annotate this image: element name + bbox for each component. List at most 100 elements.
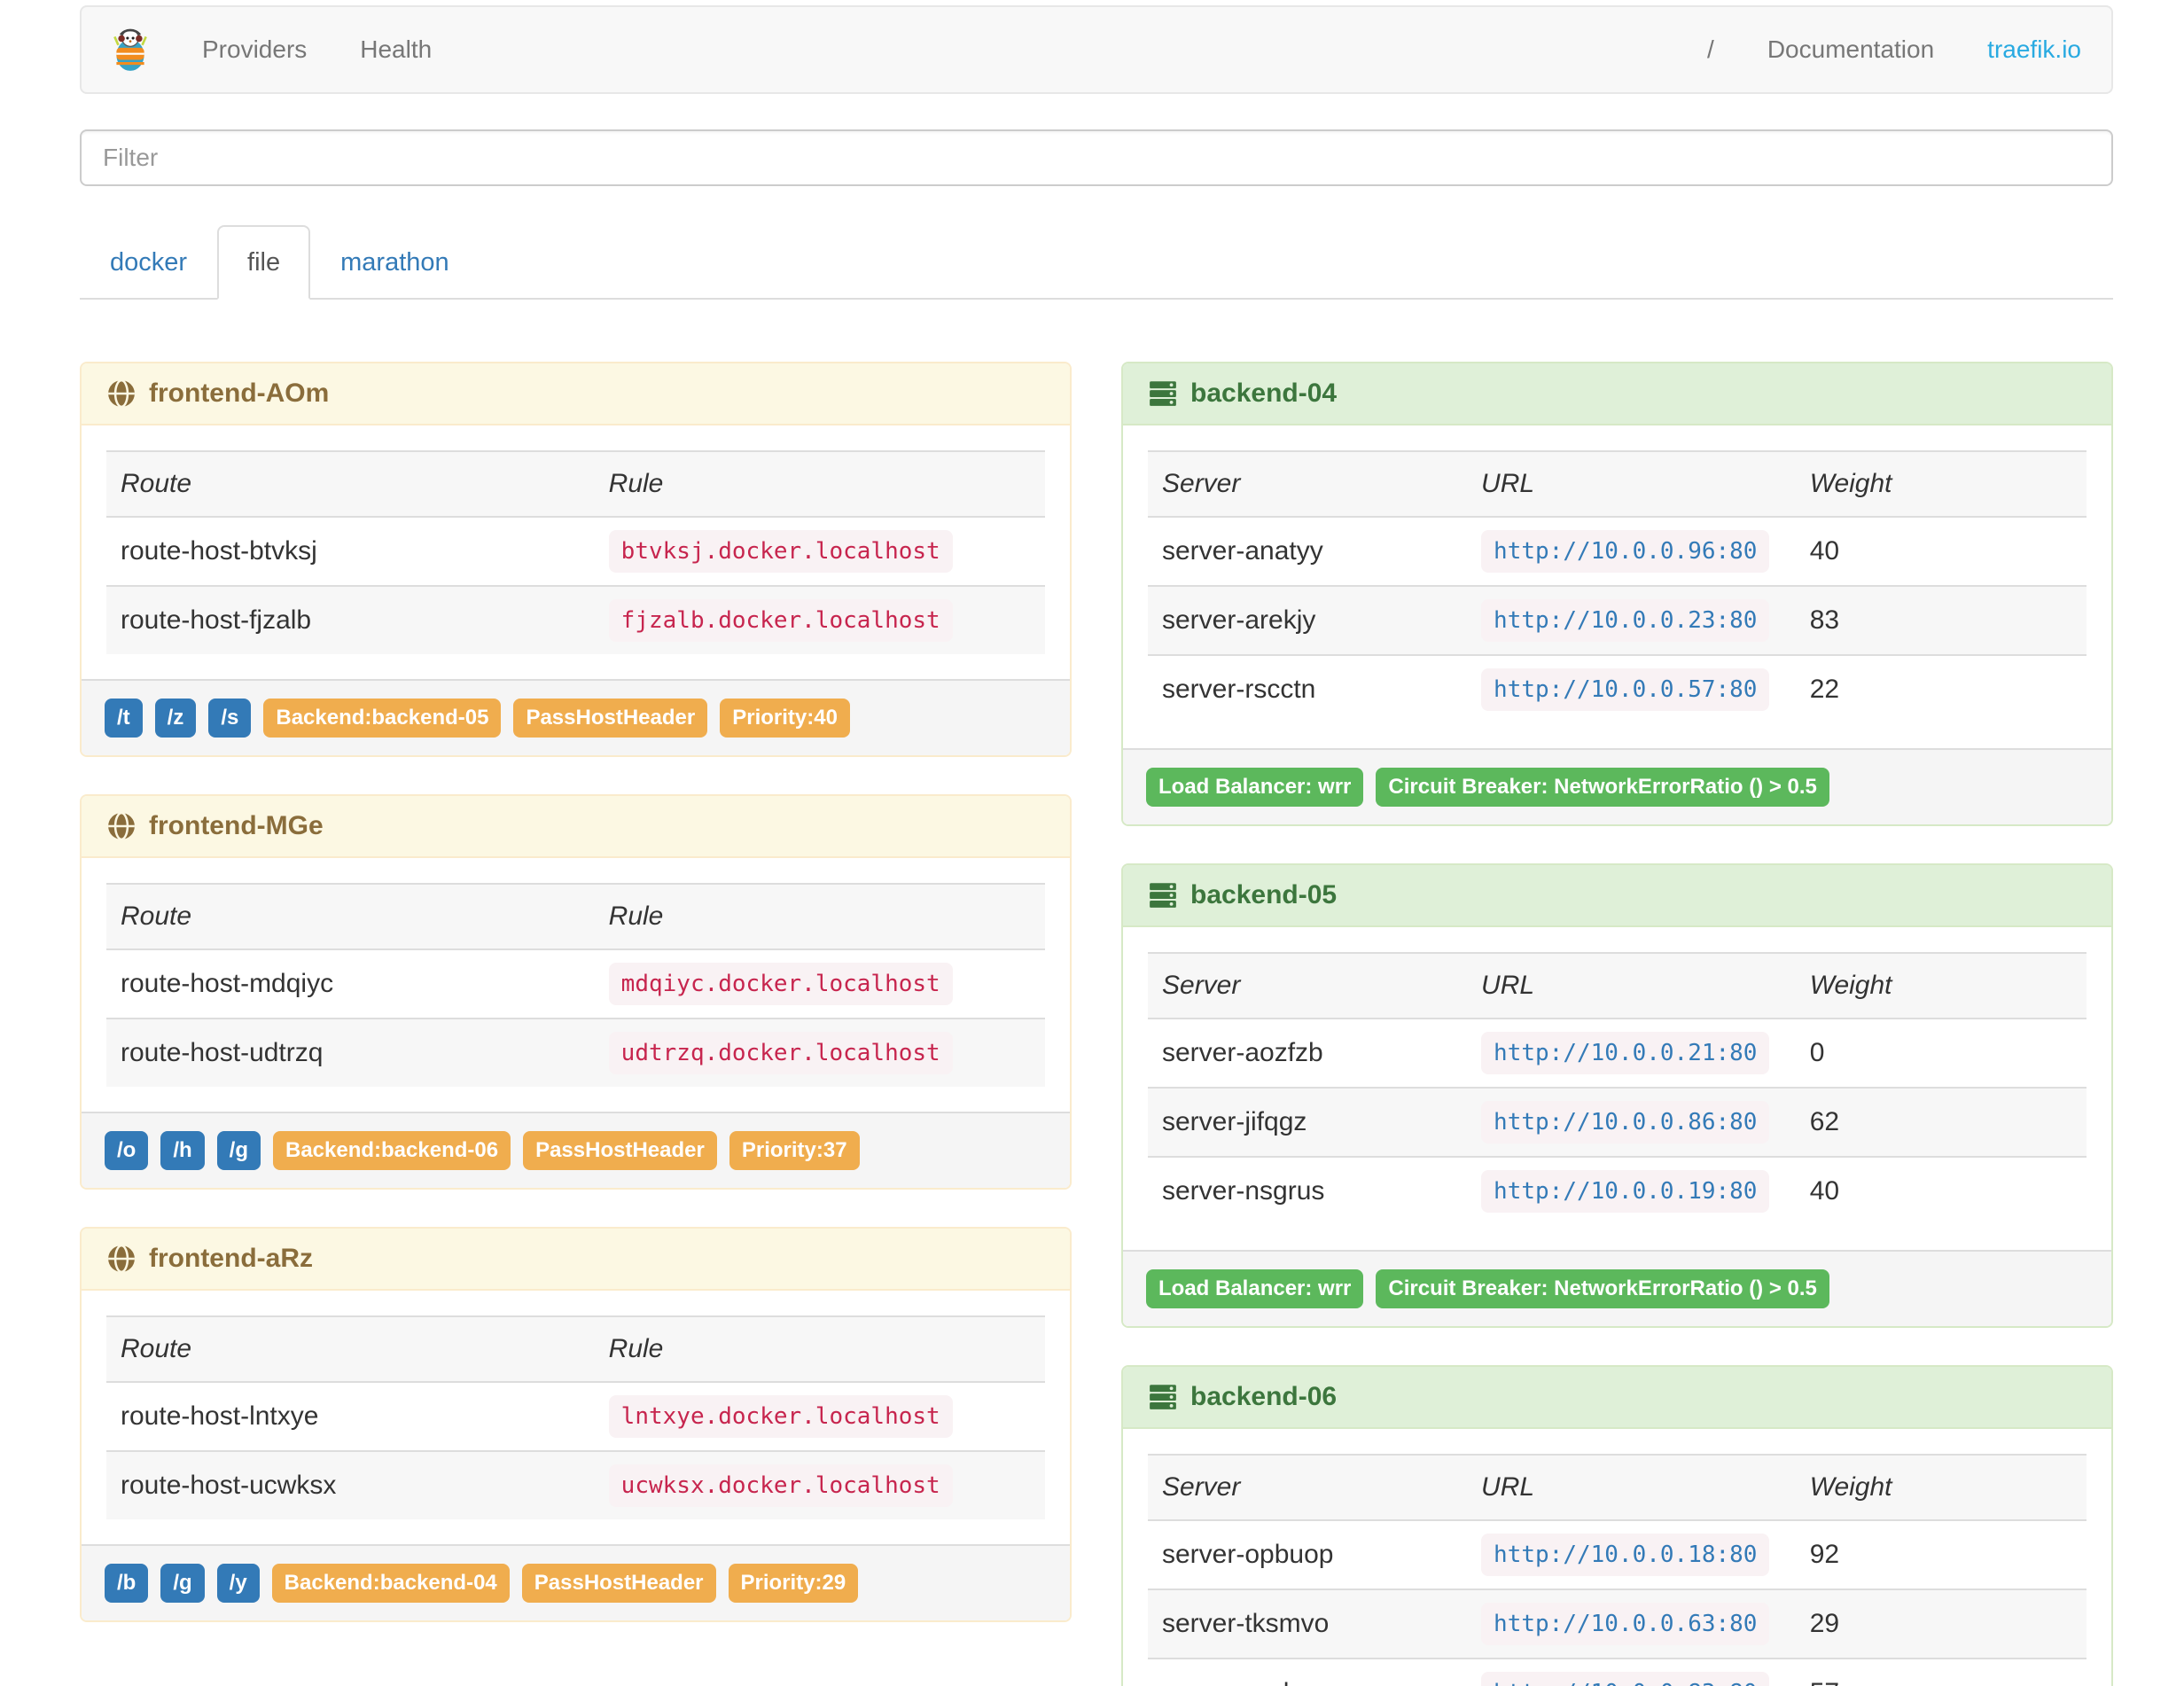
rule-code: mdqiyc.docker.localhost <box>608 963 953 1005</box>
server-url-code: http://10.0.0.18:80 <box>1481 1534 1770 1576</box>
rule-code: btvksj.docker.localhost <box>608 530 953 573</box>
server-url-code: http://10.0.0.86:80 <box>1481 1101 1770 1144</box>
navbar-right: / Documentation traefik.io <box>1681 7 2108 92</box>
rule-code: udtrzq.docker.localhost <box>608 1032 953 1074</box>
backend-title: backend-06 <box>1190 1382 1338 1411</box>
server-url-code: http://10.0.0.63:80 <box>1481 1603 1770 1645</box>
nav-traefik-io[interactable]: traefik.io <box>1961 7 2108 92</box>
nav-root-path[interactable]: / <box>1681 7 1741 92</box>
table-row: server-updomo http://10.0.0.83:80 57 <box>1148 1658 2086 1686</box>
tab-file[interactable]: file <box>217 225 311 300</box>
entrypoint-tag: /h <box>160 1131 205 1170</box>
nav-providers[interactable]: Providers <box>176 7 333 92</box>
rule-code: ucwksx.docker.localhost <box>608 1464 953 1507</box>
route-name: route-host-ucwksx <box>106 1450 595 1519</box>
route-name: route-host-udtrzq <box>106 1018 595 1087</box>
frontend-card-MGe: frontend-MGe Route Rule route-host-mdqiy… <box>80 794 1072 1190</box>
server-stack-icon <box>1148 880 1178 910</box>
table-row: server-jifqgz http://10.0.0.86:80 62 <box>1148 1087 2086 1157</box>
frontend-card-header: frontend-MGe <box>82 796 1070 858</box>
rule-code: fjzalb.docker.localhost <box>608 599 953 642</box>
server-url-link[interactable]: http://10.0.0.83:80 <box>1481 1672 1770 1686</box>
entrypoint-tag: /t <box>105 699 143 738</box>
tab-marathon[interactable]: marathon <box>310 225 480 300</box>
frontends-column: frontend-AOm Route Rule route-host-btvks… <box>80 362 1072 1659</box>
backend-card-footer: Load Balancer: wrr Circuit Breaker: Netw… <box>1123 1250 2111 1326</box>
route-name: route-host-lntxye <box>121 1401 319 1431</box>
priority-tag: Priority:29 <box>728 1564 859 1603</box>
table-row: server-arekjy http://10.0.0.23:80 83 <box>1148 585 2086 655</box>
server-url-link[interactable]: http://10.0.0.57:80 <box>1481 668 1770 711</box>
frontend-title: frontend-AOm <box>149 379 330 408</box>
servers-table: Server URL Weight server-aozfzb http://1… <box>1148 952 2086 1225</box>
table-row: route-host-lntxye lntxye.docker.localhos… <box>106 1382 1045 1451</box>
backend-card-body: Server URL Weight server-aozfzb http://1… <box>1123 927 2111 1250</box>
backend-card-body: Server URL Weight server-opbuop http://1… <box>1123 1429 2111 1686</box>
frontend-card-body: Route Rule route-host-mdqiyc mdqiyc.dock… <box>82 858 1070 1112</box>
column-header-rule: Rule <box>594 1315 1045 1383</box>
passhostheader-tag: PassHostHeader <box>521 1564 716 1603</box>
column-header-server: Server <box>1148 1454 1468 1521</box>
frontend-title: frontend-aRz <box>149 1244 313 1273</box>
content-row: frontend-AOm Route Rule route-host-btvks… <box>80 362 2113 1686</box>
entrypoint-tag: /g <box>216 1131 261 1170</box>
table-row: route-host-btvksj btvksj.docker.localhos… <box>106 517 1045 586</box>
passhostheader-tag: PassHostHeader <box>523 1131 717 1170</box>
table-row: server-tksmvo http://10.0.0.63:80 29 <box>1148 1588 2086 1659</box>
server-name: server-anatyy <box>1162 536 1323 566</box>
server-url-link[interactable]: http://10.0.0.23:80 <box>1481 599 1770 642</box>
server-url-link[interactable]: http://10.0.0.19:80 <box>1481 1170 1770 1213</box>
tab-docker[interactable]: docker <box>80 225 217 300</box>
provider-tabs: docker file marathon <box>80 225 2113 300</box>
backend-ref-tag: Backend:backend-06 <box>272 1131 511 1170</box>
frontend-card-footer: /t /z /s Backend:backend-05 PassHostHead… <box>82 679 1070 755</box>
server-weight: 57 <box>1795 1658 2086 1686</box>
column-header-weight: Weight <box>1795 1454 2086 1521</box>
server-url-code: http://10.0.0.57:80 <box>1481 668 1770 711</box>
globe-icon <box>106 811 136 841</box>
nav-documentation[interactable]: Documentation <box>1741 7 1961 92</box>
server-url-link[interactable]: http://10.0.0.96:80 <box>1481 530 1770 573</box>
server-weight: 83 <box>1795 585 2086 655</box>
passhostheader-tag: PassHostHeader <box>513 699 708 738</box>
frontend-card-footer: /b /g /y Backend:backend-04 PassHostHead… <box>82 1544 1070 1620</box>
filter-bar <box>80 129 2113 186</box>
frontend-title: frontend-MGe <box>149 811 324 840</box>
table-row: route-host-udtrzq udtrzq.docker.localhos… <box>106 1018 1045 1087</box>
column-header-weight: Weight <box>1795 450 2086 518</box>
column-header-url: URL <box>1467 1454 1796 1521</box>
entrypoint-tag: /b <box>105 1564 149 1603</box>
server-url-link[interactable]: http://10.0.0.18:80 <box>1481 1534 1770 1576</box>
circuit-breaker-tag: Circuit Breaker: NetworkErrorRatio () > … <box>1376 768 1829 807</box>
servers-table: Server URL Weight server-opbuop http://1… <box>1148 1454 2086 1686</box>
nav-health[interactable]: Health <box>333 7 458 92</box>
server-stack-icon <box>1148 1382 1178 1412</box>
entrypoint-tag: /o <box>105 1131 149 1170</box>
table-row: route-host-mdqiyc mdqiyc.docker.localhos… <box>106 949 1045 1019</box>
server-url-link[interactable]: http://10.0.0.21:80 <box>1481 1032 1770 1074</box>
server-url-link[interactable]: http://10.0.0.86:80 <box>1481 1101 1770 1144</box>
server-url-code: http://10.0.0.96:80 <box>1481 530 1770 573</box>
backend-card-header: backend-06 <box>1123 1367 2111 1429</box>
column-header-route: Route <box>106 1315 595 1383</box>
server-name: server-arekjy <box>1148 585 1468 655</box>
filter-input[interactable] <box>80 129 2113 186</box>
entrypoint-tag: /y <box>216 1564 260 1603</box>
navbar-left: Providers Health <box>85 7 458 92</box>
traefik-mascot-logo[interactable] <box>85 7 176 92</box>
server-name: server-nsgrus <box>1148 1156 1468 1225</box>
server-url-code: http://10.0.0.83:80 <box>1481 1672 1770 1686</box>
table-row: route-host-fjzalb fjzalb.docker.localhos… <box>106 585 1045 654</box>
column-header-route: Route <box>106 883 595 950</box>
column-header-url: URL <box>1467 952 1796 1019</box>
server-weight: 29 <box>1795 1588 2086 1659</box>
server-url-link[interactable]: http://10.0.0.63:80 <box>1481 1603 1770 1645</box>
page: Providers Health / Documentation traefik… <box>0 5 2184 1686</box>
entrypoint-tag: /z <box>154 699 197 738</box>
server-name: server-rscctn <box>1148 654 1468 723</box>
backend-card-05: backend-05 Server URL Weight server-aozf… <box>1121 863 2113 1328</box>
circuit-breaker-tag: Circuit Breaker: NetworkErrorRatio () > … <box>1376 1269 1829 1308</box>
column-header-server: Server <box>1148 450 1468 518</box>
server-name: server-aozfzb <box>1162 1038 1323 1067</box>
backend-card-06: backend-06 Server URL Weight server-opbu… <box>1121 1365 2113 1686</box>
